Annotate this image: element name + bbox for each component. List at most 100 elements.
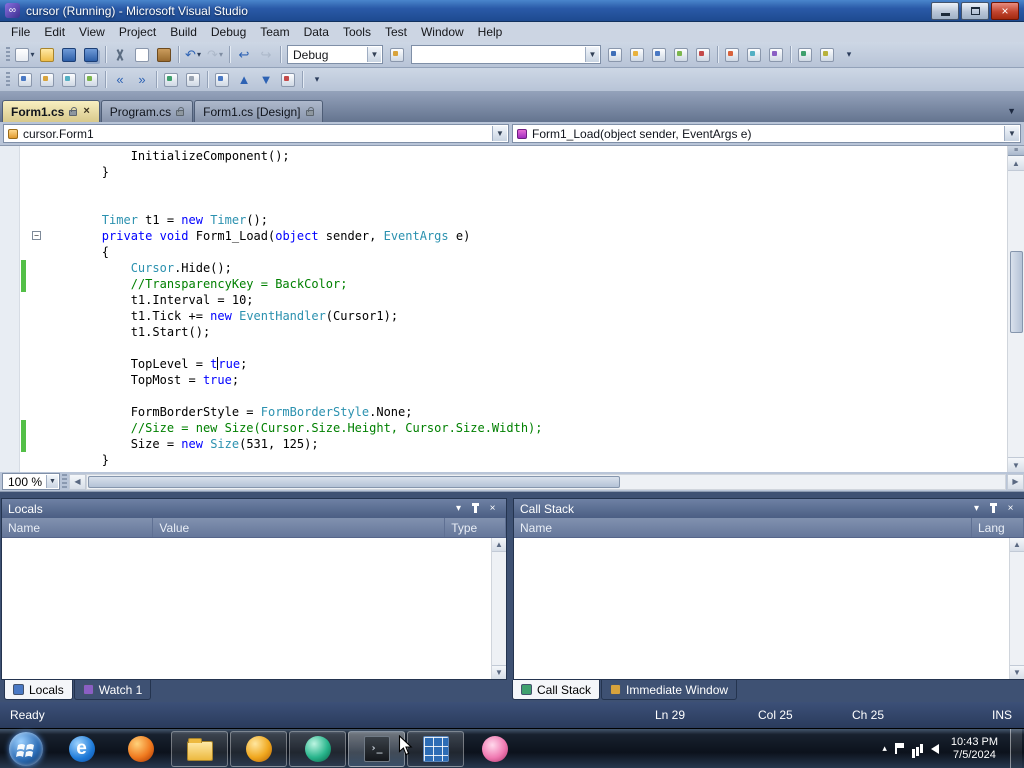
chevron-down-icon[interactable]: ▼ [46,475,58,488]
previous-bookmark-button[interactable]: ▲ [233,70,255,90]
taskbar-internet-explorer[interactable] [53,731,110,767]
callstack-scrollbar[interactable]: ▲ ▼ [1009,538,1024,679]
paste-button[interactable] [153,45,175,65]
minimize-button[interactable] [931,1,959,20]
outlining-margin[interactable] [30,146,43,472]
tab-form1-cs-design-[interactable]: Form1.cs [Design] [194,100,323,122]
taskbar-console-app[interactable] [348,730,405,767]
scrollbar-splitter[interactable] [62,473,67,490]
window-position-button[interactable]: ▾ [451,502,466,516]
menu-edit[interactable]: Edit [37,23,72,41]
taskbar-windows-explorer[interactable] [171,730,228,767]
chevron-down-icon[interactable]: ▼ [367,47,381,62]
taskbar-grid-app[interactable] [407,730,464,767]
close-button[interactable]: × [991,1,1019,20]
close-panel-button[interactable]: × [1003,502,1018,516]
error-list-button[interactable] [721,45,743,65]
network-icon[interactable] [912,744,923,753]
toolbar-grip[interactable] [6,46,10,63]
menu-team[interactable]: Team [253,23,296,41]
extension-manager-button[interactable] [794,45,816,65]
editor-horizontal-scrollbar[interactable] [86,473,1006,490]
types-dropdown[interactable]: cursor.Form1 ▼ [3,124,509,143]
save-button[interactable] [58,45,80,65]
editor-vertical-scrollbar[interactable]: ≡ ▲ ▼ [1007,146,1024,472]
notification-chevron-button[interactable]: ▴ [882,743,887,754]
menu-data[interactable]: Data [297,23,336,41]
clear-bookmarks-button[interactable] [277,70,299,90]
start-page-button[interactable] [816,45,838,65]
panel-tab-watch-1[interactable]: Watch 1 [73,680,152,700]
toolbox-button[interactable] [692,45,714,65]
cut-button[interactable] [109,45,131,65]
collapse-region-button[interactable]: − [32,231,41,240]
scroll-up-arrow[interactable]: ▲ [1010,538,1024,552]
open-file-button[interactable] [36,45,58,65]
scroll-up-arrow[interactable]: ▲ [1008,156,1024,171]
scroll-up-arrow[interactable]: ▲ [492,538,506,552]
taskbar-green-orb-app[interactable] [289,730,346,767]
scroll-right-arrow[interactable]: ▶ [1007,473,1024,490]
new-item-button[interactable]: ▾ [14,45,36,65]
code-editor[interactable]: − InitializeComponent(); } Timer t1 = ne… [0,146,1024,472]
menu-help[interactable]: Help [471,23,510,41]
action-center-flag-icon[interactable] [894,743,904,754]
chevron-down-icon[interactable]: ▼ [585,47,599,62]
copy-button[interactable] [131,45,153,65]
chevron-down-icon[interactable]: ▼ [492,126,507,141]
toggle-bookmark-button[interactable] [211,70,233,90]
decrease-indent-button[interactable]: « [109,70,131,90]
toolbar-grip[interactable] [6,71,10,88]
uncomment-selection-button[interactable] [182,70,204,90]
solution-configurations-dropdown[interactable]: Debug ▼ [287,45,383,64]
taskbar-flower-app[interactable] [466,731,523,767]
column-header-lang[interactable]: Lang [972,518,1024,537]
tab-program-cs[interactable]: Program.cs [100,100,194,122]
close-tab-button[interactable]: × [82,106,90,117]
start-button[interactable] [0,729,52,768]
find-combo-input[interactable] [417,46,600,63]
scroll-down-arrow[interactable]: ▼ [1010,665,1024,679]
show-desktop-button[interactable] [1010,728,1022,768]
menu-file[interactable]: File [4,23,37,41]
locals-body[interactable]: ▲ ▼ [2,538,506,679]
display-quick-info-button[interactable] [58,70,80,90]
solution-explorer-button[interactable] [626,45,648,65]
find-combo[interactable]: ▼ [411,45,601,64]
redo-button[interactable]: ↷ ▾ [204,45,226,65]
callstack-body[interactable]: ▲ ▼ [514,538,1024,679]
display-object-member-list-button[interactable] [14,70,36,90]
object-browser-button[interactable] [670,45,692,65]
window-position-button[interactable]: ▾ [969,502,984,516]
column-header-name[interactable]: Name [514,518,972,537]
display-parameter-info-button[interactable] [36,70,58,90]
code-area[interactable]: InitializeComponent(); } Timer t1 = new … [44,148,1006,468]
locals-scrollbar[interactable]: ▲ ▼ [491,538,506,679]
scroll-left-arrow[interactable]: ◀ [69,473,86,490]
toolbar-options-button[interactable]: ▾ [306,70,328,90]
display-word-completion-button[interactable] [80,70,102,90]
menu-tools[interactable]: Tools [336,23,378,41]
chevron-down-icon[interactable]: ▼ [1004,126,1019,141]
increase-indent-button[interactable]: » [131,70,153,90]
call-stack-title-bar[interactable]: Call Stack ▾ × [514,499,1024,518]
panel-tab-immediate-window[interactable]: Immediate Window [601,680,738,700]
taskbar-media-app[interactable] [230,730,287,767]
scroll-down-arrow[interactable]: ▼ [492,665,506,679]
split-window-handle[interactable]: ≡ [1008,146,1024,156]
menu-test[interactable]: Test [378,23,414,41]
save-all-button[interactable] [80,45,102,65]
members-dropdown[interactable]: Form1_Load(object sender, EventArgs e) ▼ [512,124,1021,143]
menu-debug[interactable]: Debug [204,23,253,41]
panel-tab-locals[interactable]: Locals [4,680,73,700]
auto-hide-pin-button[interactable] [468,502,483,516]
menu-view[interactable]: View [72,23,112,41]
breakpoint-margin[interactable] [0,146,20,472]
scrollbar-thumb[interactable] [1010,251,1023,333]
locals-title-bar[interactable]: Locals ▾ × [2,499,506,518]
menu-window[interactable]: Window [414,23,471,41]
maximize-button[interactable] [961,1,989,20]
volume-icon[interactable] [930,743,939,754]
undo-button[interactable]: ↶ ▾ [182,45,204,65]
auto-hide-pin-button[interactable] [986,502,1001,516]
